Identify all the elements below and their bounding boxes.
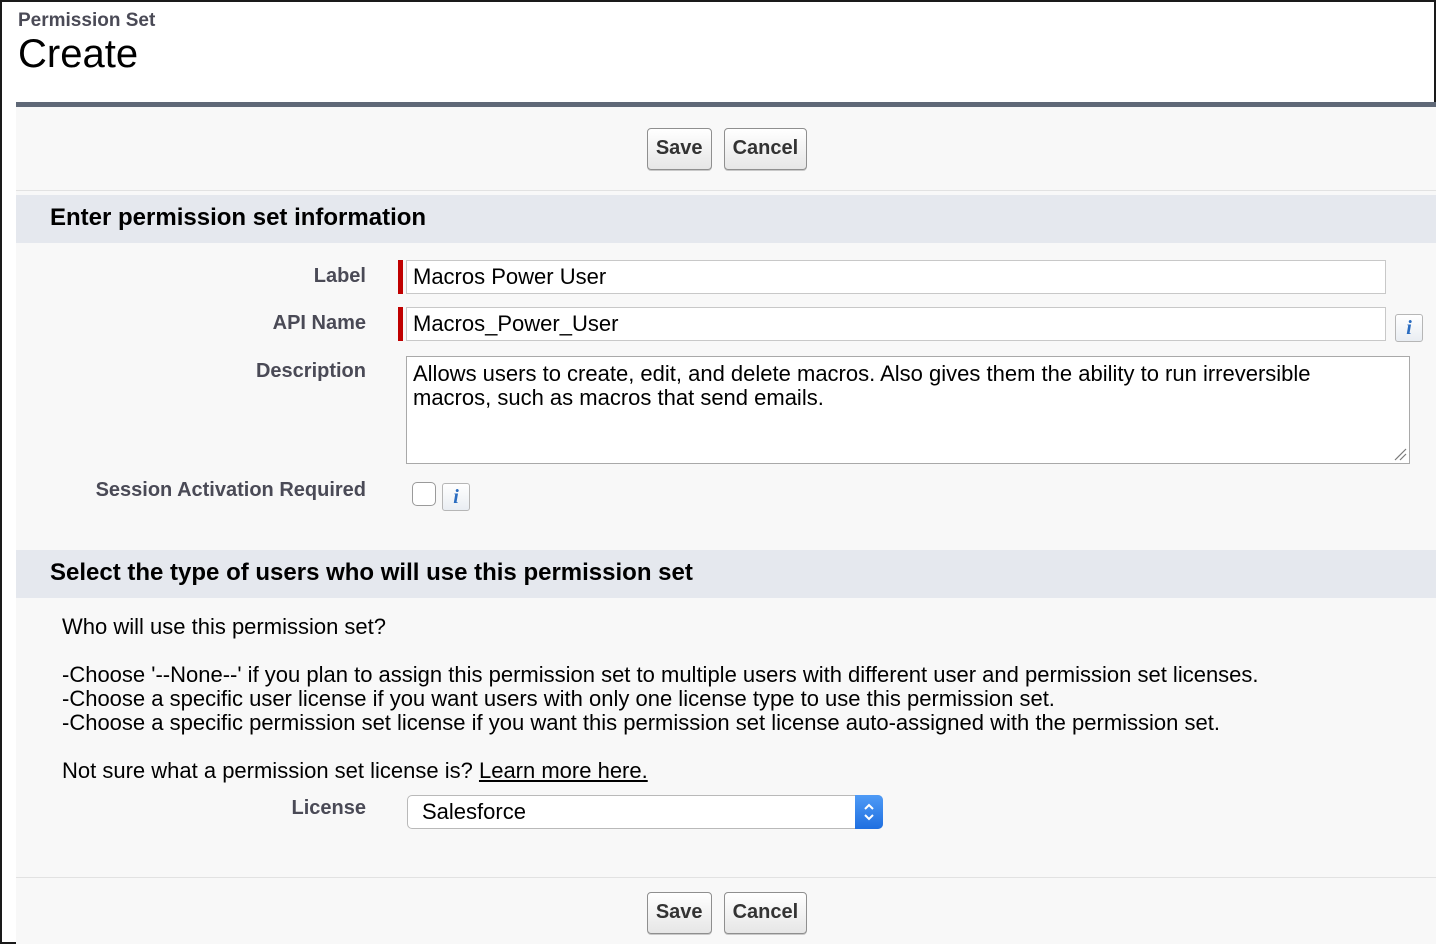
required-indicator xyxy=(398,260,403,294)
section-header-info: Enter permission set information xyxy=(16,195,1436,243)
license-field-label: License xyxy=(291,797,366,819)
label-field-label: Label xyxy=(313,265,366,287)
bottom-button-row: Save Cancel xyxy=(16,877,1436,944)
instruction-line: -Choose a specific permission set licens… xyxy=(62,710,1220,735)
save-button[interactable]: Save xyxy=(646,891,712,934)
question-text: Who will use this permission set? xyxy=(62,614,387,639)
up-down-chevron-icon xyxy=(855,795,883,829)
license-selected-value: Salesforce xyxy=(422,799,526,824)
edit-panel: Save Cancel Enter permission set informa… xyxy=(16,102,1436,944)
resize-grip-icon[interactable] xyxy=(1393,447,1407,461)
session-activation-label: Session Activation Required xyxy=(95,479,366,501)
required-indicator xyxy=(398,307,403,341)
learn-more-link[interactable]: Learn more here. xyxy=(479,758,648,783)
info-icon[interactable]: i xyxy=(1395,314,1423,342)
api-name-field-label: API Name xyxy=(272,312,366,334)
page-header: Permission Set Create xyxy=(18,10,155,76)
help-prefix: Not sure what a permission set license i… xyxy=(62,758,479,783)
instruction-line: -Choose '--None--' if you plan to assign… xyxy=(62,662,1259,687)
session-activation-checkbox[interactable] xyxy=(412,482,436,506)
page-title: Create xyxy=(18,32,139,76)
cancel-button[interactable]: Cancel xyxy=(723,891,808,934)
description-line: Allows users to create, edit, and delete… xyxy=(413,361,1311,386)
description-line: macros, such as macros that send emails. xyxy=(413,385,824,410)
page-frame: Permission Set Create Save Cancel Enter … xyxy=(0,0,1436,944)
info-icon[interactable]: i xyxy=(442,483,470,511)
section-header-user-type: Select the type of users who will use th… xyxy=(16,550,1436,598)
label-input[interactable]: Macros Power User xyxy=(406,260,1386,294)
save-button[interactable]: Save xyxy=(646,127,712,170)
description-field-label: Description xyxy=(255,360,366,382)
help-text: Not sure what a permission set license i… xyxy=(62,759,648,783)
page-subtitle: Permission Set xyxy=(18,10,156,31)
api-name-input[interactable]: Macros_Power_User xyxy=(406,307,1386,341)
top-button-row: Save Cancel xyxy=(16,107,1436,191)
description-textarea[interactable]: Allows users to create, edit, and delete… xyxy=(406,356,1410,464)
cancel-button[interactable]: Cancel xyxy=(723,127,808,170)
license-select[interactable]: Salesforce xyxy=(407,795,883,829)
instruction-line: -Choose a specific user license if you w… xyxy=(62,686,1055,711)
